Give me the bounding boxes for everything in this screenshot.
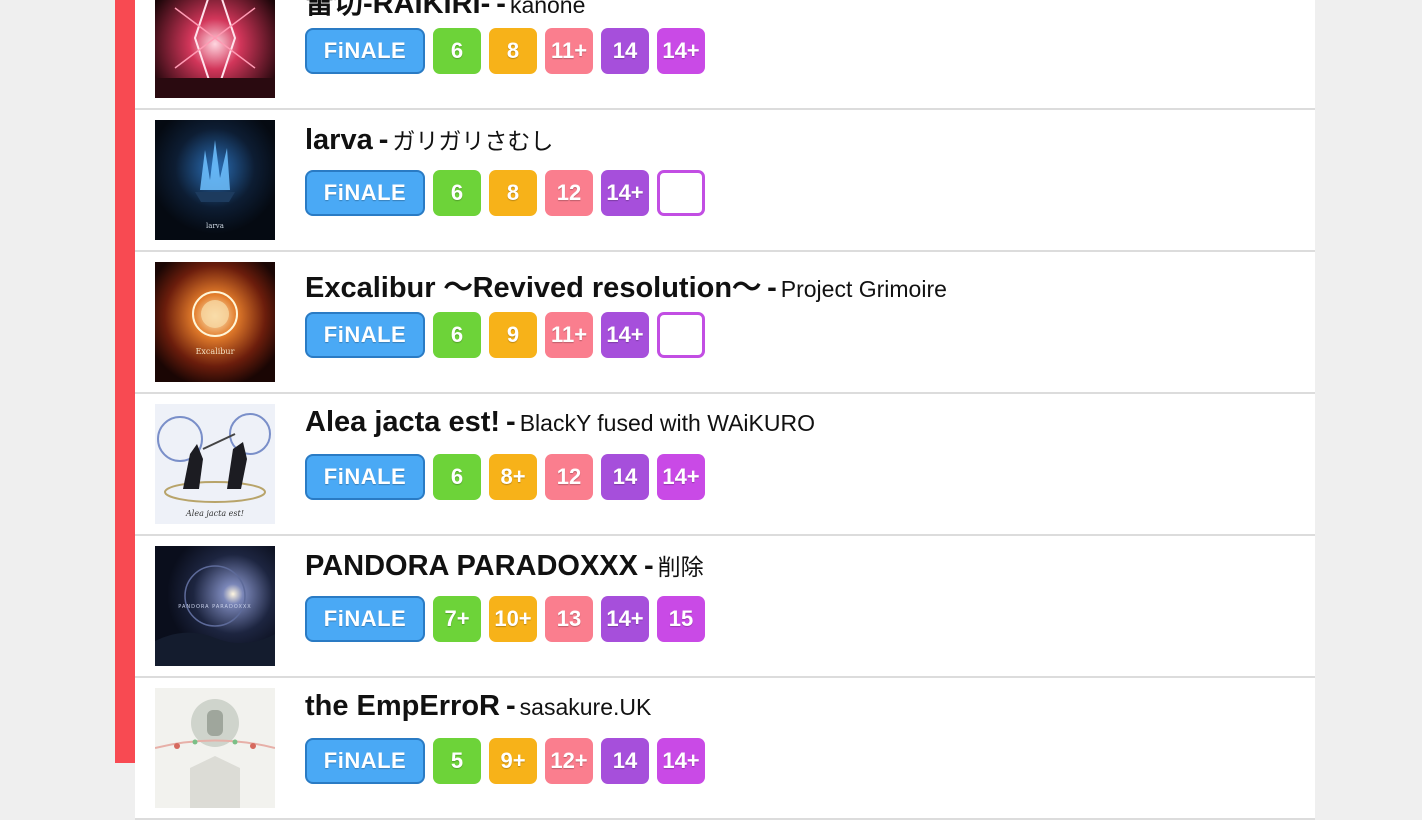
song-title-line: Excalibur ～Revived resolution～ - Project G… — [305, 264, 947, 306]
level-basic[interactable]: 6 — [433, 454, 481, 500]
level-expert[interactable]: 13 — [545, 596, 593, 642]
title-separator: - — [496, 0, 506, 20]
jacket-caption: Excalibur — [196, 347, 235, 356]
difficulty-badges: FiNALE 6 8+ 12 14 14+ — [305, 454, 705, 500]
level-ultima[interactable]: 15 — [657, 596, 705, 642]
level-expert[interactable]: 12 — [545, 170, 593, 216]
song-title-line: PANDORA PARADOXXX - 削除 — [305, 548, 704, 583]
level-basic[interactable]: 7+ — [433, 596, 481, 642]
level-advanced[interactable]: 10+ — [489, 596, 537, 642]
level-ultima[interactable]: 14+ — [657, 738, 705, 784]
song-list: 雷切-RAIKIRI- - kanone FiNALE 6 8 11+ 14 14+ — [135, 0, 1315, 820]
level-advanced[interactable]: 9+ — [489, 738, 537, 784]
song-row[interactable]: larva larva - ガリガリさむし FiNALE 6 8 12 14+ — [135, 110, 1315, 252]
title-separator: - — [505, 690, 516, 722]
song-artist: ガリガリさむし — [392, 128, 554, 154]
song-title-line: 雷切-RAIKIRI- - kanone — [305, 0, 585, 22]
larva-jacket-icon[interactable]: larva — [155, 120, 275, 240]
difficulty-badges: FiNALE 6 8 12 14+ — [305, 170, 705, 216]
level-master[interactable]: 14 — [601, 738, 649, 784]
difficulty-badges: FiNALE 6 8 11+ 14 14+ — [305, 28, 705, 74]
song-artist: Project Grimoire — [780, 276, 947, 302]
jacket-caption: PANDORA PARADOXXX — [178, 604, 251, 610]
jacket-caption: larva — [206, 222, 224, 230]
pandora-paradoxxx-jacket-icon[interactable]: PANDORA PARADOXXX — [155, 546, 275, 666]
song-title: Alea jacta est! — [305, 406, 501, 438]
song-title: the EmpErroR — [305, 690, 500, 722]
level-master[interactable]: 14 — [601, 28, 649, 74]
song-row[interactable]: the EmpErroR - sasakure.UK FiNALE 5 9+ 12+… — [135, 678, 1315, 820]
level-basic[interactable]: 5 — [433, 738, 481, 784]
difficulty-badges: FiNALE 5 9+ 12+ 14 14+ — [305, 738, 705, 784]
song-row[interactable]: PANDORA PARADOXXX PANDORA PARADOXXX - 削除 F… — [135, 536, 1315, 678]
song-row[interactable]: Alea jacta est! Alea jacta est! - BlackY f… — [135, 394, 1315, 536]
song-title-line: larva - ガリガリさむし — [305, 122, 553, 157]
level-advanced[interactable]: 8 — [489, 170, 537, 216]
level-expert[interactable]: 12 — [545, 454, 593, 500]
song-artist: BlackY fused with WAiKURO — [519, 410, 815, 436]
level-expert[interactable]: 12+ — [545, 738, 593, 784]
accent-bar — [115, 0, 135, 763]
title-separator: - — [378, 124, 389, 156]
level-advanced[interactable]: 9 — [489, 312, 537, 358]
raikiri-jacket-icon[interactable] — [155, 0, 275, 98]
level-master[interactable]: 14 — [601, 454, 649, 500]
song-title-line: the EmpErroR - sasakure.UK — [305, 690, 651, 723]
alea-jacta-est-jacket-icon[interactable]: Alea jacta est! — [155, 404, 275, 524]
level-basic[interactable]: 6 — [433, 312, 481, 358]
song-artist: sasakure.UK — [519, 694, 652, 720]
finale-button[interactable]: FiNALE — [305, 28, 425, 74]
level-expert[interactable]: 11+ — [545, 28, 593, 74]
level-ultima-empty[interactable] — [657, 312, 705, 358]
difficulty-badges: FiNALE 7+ 10+ 13 14+ 15 — [305, 596, 705, 642]
song-title: Excalibur ～Revived resolution～ — [305, 272, 762, 304]
song-row[interactable]: 雷切-RAIKIRI- - kanone FiNALE 6 8 11+ 14 14+ — [135, 0, 1315, 110]
song-title-line: Alea jacta est! - BlackY fused with WAiKUR… — [305, 406, 815, 439]
title-separator: - — [767, 272, 777, 304]
finale-button[interactable]: FiNALE — [305, 170, 425, 216]
level-ultima[interactable]: 14+ — [657, 28, 705, 74]
level-advanced[interactable]: 8+ — [489, 454, 537, 500]
song-title: 雷切-RAIKIRI- — [305, 0, 491, 20]
song-title: PANDORA PARADOXXX — [305, 550, 638, 582]
song-row[interactable]: Excalibur Excalibur ～Revived resolution～… — [135, 252, 1315, 394]
level-advanced[interactable]: 8 — [489, 28, 537, 74]
finale-button[interactable]: FiNALE — [305, 312, 425, 358]
finale-button[interactable]: FiNALE — [305, 454, 425, 500]
excalibur-jacket-icon[interactable]: Excalibur — [155, 262, 275, 382]
level-expert[interactable]: 11+ — [545, 312, 593, 358]
level-basic[interactable]: 6 — [433, 170, 481, 216]
level-ultima[interactable]: 14+ — [657, 454, 705, 500]
level-ultima-empty[interactable] — [657, 170, 705, 216]
finale-button[interactable]: FiNALE — [305, 596, 425, 642]
song-title: larva — [305, 124, 373, 156]
level-master[interactable]: 14+ — [601, 312, 649, 358]
title-separator: - — [506, 406, 516, 438]
song-artist: 削除 — [657, 554, 704, 580]
level-master[interactable]: 14+ — [601, 170, 649, 216]
page: 雷切-RAIKIRI- - kanone FiNALE 6 8 11+ 14 14+ — [0, 0, 1422, 820]
song-artist: kanone — [509, 0, 586, 18]
difficulty-badges: FiNALE 6 9 11+ 14+ — [305, 312, 705, 358]
jacket-caption: Alea jacta est! — [185, 509, 244, 518]
title-separator: - — [644, 550, 654, 582]
level-basic[interactable]: 6 — [433, 28, 481, 74]
the-emperror-jacket-icon[interactable] — [155, 688, 275, 808]
level-master[interactable]: 14+ — [601, 596, 649, 642]
finale-button[interactable]: FiNALE — [305, 738, 425, 784]
